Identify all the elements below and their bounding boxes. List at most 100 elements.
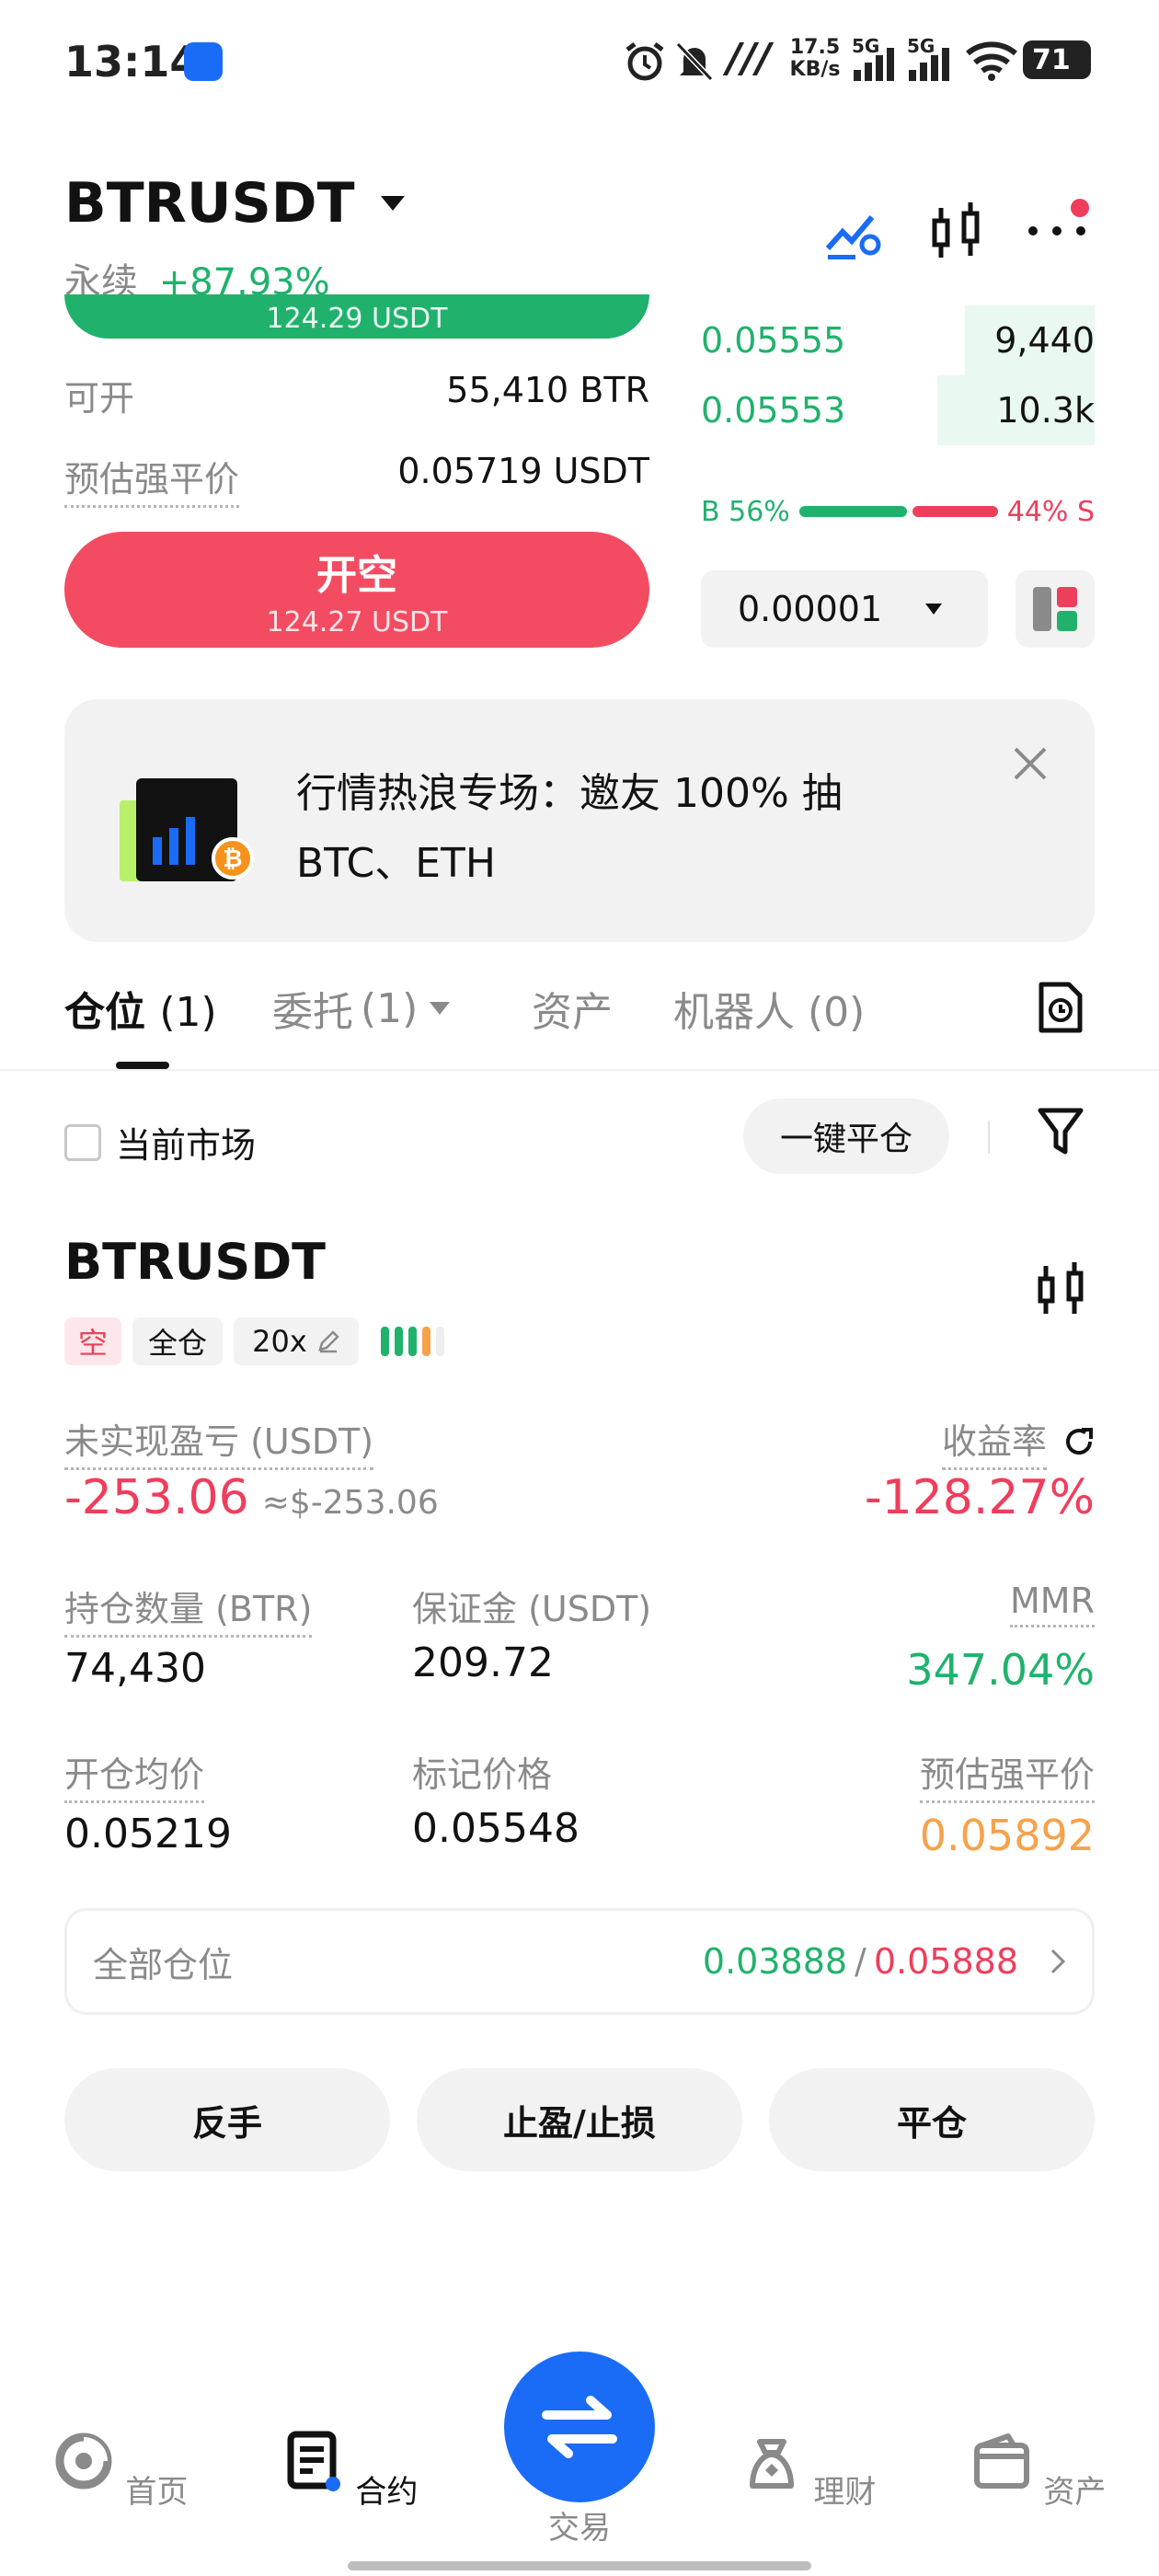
leverage-label: 20x xyxy=(252,1324,307,1359)
buy-sell-ratio: B 56% 44% S xyxy=(701,493,1095,530)
tab-orders[interactable]: 委托 (1) xyxy=(272,979,451,1038)
tab-bots[interactable]: 机器人 (0) xyxy=(673,979,865,1038)
tab-orders-count: (1) xyxy=(361,984,419,1032)
adl-indicator xyxy=(381,1327,444,1356)
notification-dot xyxy=(1071,199,1089,217)
tpsl-button[interactable]: 止盈/止损 xyxy=(417,2068,742,2171)
margin-mode-tag: 全仓 xyxy=(132,1317,223,1365)
position-liq-label[interactable]: 预估强平价 xyxy=(919,1746,1095,1803)
nav-assets[interactable]: 资产 xyxy=(964,2429,1111,2512)
roi-header[interactable]: 收益率 xyxy=(941,1413,1095,1470)
orderbook-layout-button[interactable] xyxy=(1016,570,1095,648)
available-label: 可开 xyxy=(64,378,135,419)
stop-loss-value: 0.05888 xyxy=(873,1941,1018,1982)
close-position-button[interactable]: 平仓 xyxy=(769,2068,1095,2171)
finance-icon xyxy=(749,2439,794,2489)
position-symbol[interactable]: BTRUSDT xyxy=(64,1233,326,1291)
current-market-checkbox[interactable]: 当前市场 xyxy=(64,1117,256,1167)
ratio-bar-buy xyxy=(798,506,908,517)
swap-icon xyxy=(542,2396,617,2458)
sell-ratio: 44% S xyxy=(1006,495,1095,528)
buy-ratio: B 56% xyxy=(701,495,790,528)
reverse-button[interactable]: 反手 xyxy=(64,2068,390,2171)
long-button-amount: 124.29 USDT xyxy=(266,303,448,335)
entry-price-label[interactable]: 开仓均价 xyxy=(64,1746,205,1803)
all-positions-tpsl-row[interactable]: 全部仓位 0.03888 / 0.05888 xyxy=(64,1908,1095,2015)
margin-label: 保证金 (USDT) xyxy=(412,1589,652,1629)
nav-futures[interactable]: 合约 xyxy=(276,2429,423,2512)
wifi-icon xyxy=(966,41,1017,81)
candlestick-chart-icon[interactable] xyxy=(929,202,984,263)
orderbook-row[interactable]: 0.05555 9,440 xyxy=(701,305,1095,375)
long-button-partial[interactable]: 124.29 USDT xyxy=(64,294,649,339)
open-short-button[interactable]: 开空 124.27 USDT xyxy=(64,532,649,648)
symbol-selector[interactable]: BTRUSDT xyxy=(64,171,407,236)
tab-positions-count: (1) xyxy=(159,989,217,1036)
margin-value: 209.72 xyxy=(412,1639,554,1686)
current-market-label: 当前市场 xyxy=(116,1125,257,1166)
nav-home[interactable]: 首页 xyxy=(46,2429,193,2512)
share-icon xyxy=(1066,1428,1093,1455)
dot-icon xyxy=(1028,226,1038,236)
filter-icon[interactable] xyxy=(1038,1108,1084,1157)
unrealized-pnl-label[interactable]: 未实现盈亏 (USDT) xyxy=(64,1413,374,1470)
symbol-title: BTRUSDT xyxy=(64,171,355,236)
promo-banner[interactable]: ₿ 行情热浪专场：邀友 100% 抽 BTC、ETH xyxy=(64,699,1095,942)
position-tags: 空 全仓 20x xyxy=(64,1317,444,1365)
more-menu-button[interactable] xyxy=(1028,226,1085,236)
close-all-label: 一键平仓 xyxy=(779,1121,912,1158)
promo-text-line2: BTC、ETH xyxy=(296,840,496,887)
mute-icon xyxy=(675,41,714,82)
nav-home-label: 首页 xyxy=(125,2474,189,2511)
roi-value: -128.27% xyxy=(864,1470,1095,1525)
orderbook-qty: 10.3k xyxy=(996,390,1095,431)
reverse-label: 反手 xyxy=(191,2102,262,2144)
leverage-tag[interactable]: 20x xyxy=(234,1317,359,1365)
promo-text-line1: 行情热浪专场：邀友 100% 抽 xyxy=(296,770,843,817)
nav-futures-label: 合约 xyxy=(355,2474,419,2511)
tick-size-value: 0.00001 xyxy=(738,589,883,629)
all-positions-label: 全部仓位 xyxy=(93,1944,234,1985)
chevron-right-icon xyxy=(1050,1949,1066,1974)
edit-icon xyxy=(318,1330,339,1353)
ratio-bar-sell xyxy=(912,506,998,517)
open-short-label: 开空 xyxy=(316,551,397,599)
battery-icon: 71 xyxy=(1023,40,1091,79)
history-icon[interactable] xyxy=(1038,981,1084,1034)
dot-icon xyxy=(1076,226,1085,236)
strategy-icon[interactable] xyxy=(824,208,883,259)
mmr-label[interactable]: MMR xyxy=(1010,1581,1095,1627)
mark-price-value: 0.05548 xyxy=(412,1805,580,1852)
promo-illustration: ₿ xyxy=(120,769,276,898)
orderbook-row[interactable]: 0.05553 10.3k xyxy=(701,375,1095,445)
orderbook-qty: 9,440 xyxy=(994,320,1095,361)
tab-positions[interactable]: 仓位 (1) xyxy=(64,979,217,1038)
layout-icon xyxy=(1033,587,1077,631)
candlestick-chart-icon[interactable] xyxy=(1036,1262,1087,1319)
wallet-icon xyxy=(973,2433,1029,2489)
filter-divider xyxy=(988,1121,990,1154)
position-liq-value: 0.05892 xyxy=(919,1811,1095,1860)
caret-down-icon xyxy=(380,196,405,211)
status-bar: 13:14 /// 17.5 KB/s 5G 5G 71 xyxy=(0,0,1159,129)
ratio-bar xyxy=(798,506,998,517)
close-all-button[interactable]: 一键平仓 xyxy=(743,1098,949,1174)
nav-finance[interactable]: 理财 xyxy=(734,2429,881,2512)
mmr-value: 347.04% xyxy=(906,1645,1095,1695)
est-liq-label[interactable]: 预估强平价 xyxy=(64,451,240,508)
tab-positions-label: 仓位 xyxy=(64,989,145,1036)
tab-assets[interactable]: 资产 xyxy=(532,979,613,1038)
tab-active-indicator xyxy=(116,1062,169,1069)
open-short-amount: 124.27 USDT xyxy=(266,605,448,638)
tick-size-select[interactable]: 0.00001 xyxy=(701,570,988,648)
nav-trade-button[interactable] xyxy=(504,2352,655,2502)
battery-level: 71 xyxy=(1032,43,1071,76)
close-icon[interactable] xyxy=(1012,745,1049,782)
orderbook-price: 0.05555 xyxy=(701,320,846,361)
signal-2-icon xyxy=(909,48,949,81)
position-qty-label[interactable]: 持仓数量 (BTR) xyxy=(64,1581,313,1638)
caret-down-icon xyxy=(925,604,943,615)
dot-icon xyxy=(1052,226,1061,236)
alarm-icon xyxy=(625,42,664,81)
nav-finance-label: 理财 xyxy=(813,2474,877,2511)
